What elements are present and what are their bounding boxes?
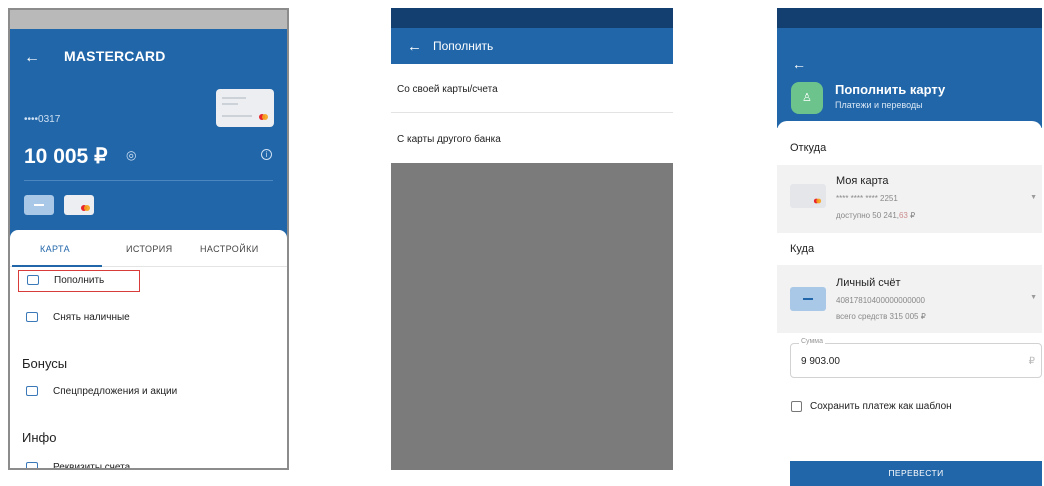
header: ← ♙ Пополнить карту Платежи и переводы [777, 28, 1042, 128]
card-header: ← MASTERCARD ••••0317 10 005 ₽ ◎ i [10, 29, 287, 237]
page-subtitle: Платежи и переводы [835, 100, 923, 110]
mastercard-icon [813, 198, 822, 204]
top-up-label: Пополнить [54, 275, 105, 286]
status-bar [391, 8, 673, 28]
tab-history[interactable]: ИСТОРИЯ [126, 244, 173, 254]
tab-bar: КАРТА ИСТОРИЯ НАСТРОЙКИ [10, 230, 287, 268]
offers-label: Спецпредложения и акции [53, 386, 178, 397]
page-title: Пополнить карту [835, 82, 946, 97]
amount-value: 9 903.00 [801, 356, 840, 367]
from-available: доступно 50 241,63 ₽ [836, 211, 916, 220]
card-line [222, 103, 238, 105]
chevron-down-icon: ▼ [1030, 194, 1037, 201]
to-name: Личный счёт [836, 277, 901, 289]
option-label: Со своей карты/счета [397, 84, 498, 95]
info-header: Инфо [22, 430, 57, 445]
top-up-card-screen: ← ♙ Пополнить карту Платежи и переводы О… [777, 8, 1042, 486]
cash-withdraw-button[interactable]: Снять наличные [18, 308, 140, 330]
back-arrow-icon[interactable]: ← [24, 49, 40, 67]
bonuses-header: Бонусы [22, 356, 68, 371]
submit-transfer-button[interactable]: ПЕРЕВЕСТИ [790, 461, 1042, 486]
save-template-checkbox[interactable] [791, 401, 802, 412]
offers-button[interactable]: Спецпредложения и акции [18, 382, 218, 404]
account-details-button[interactable]: Реквизиты счета [18, 458, 218, 470]
status-bar [777, 8, 1042, 28]
option-own-card[interactable]: Со своей карты/счета [391, 64, 673, 113]
chevron-down-icon: ▼ [1030, 294, 1037, 301]
tab-card[interactable]: КАРТА [40, 244, 70, 254]
cash-withdraw-label: Снять наличные [53, 312, 130, 323]
card-balance: 10 005 ₽ [24, 145, 108, 168]
tab-indicator [12, 265, 102, 267]
currency-symbol: ₽ [1028, 356, 1035, 367]
account-details-label: Реквизиты счета [53, 462, 131, 470]
page-title: Пополнить [433, 39, 494, 53]
info-icon[interactable]: i [261, 149, 272, 160]
card-thumbnail [790, 184, 826, 208]
from-label: Откуда [790, 142, 827, 154]
from-number: **** **** **** 2251 [836, 194, 898, 203]
account-mini-card[interactable] [24, 195, 54, 215]
card-line [222, 97, 246, 99]
status-bar [10, 10, 287, 29]
cash-withdraw-icon [26, 312, 38, 322]
to-number: 40817810400000000000 [836, 296, 925, 305]
card-details-screen: ← MASTERCARD ••••0317 10 005 ₽ ◎ i КАРТА… [8, 8, 289, 470]
back-arrow-icon[interactable]: ← [407, 38, 422, 55]
to-total: всего средств 315 005 ₽ [836, 312, 926, 321]
amount-field[interactable]: Сумма 9 903.00 ₽ [790, 338, 1042, 378]
from-selector[interactable]: Моя карта **** **** **** 2251 доступно 5… [777, 165, 1042, 233]
form-body: Откуда Моя карта **** **** **** 2251 дос… [777, 121, 1042, 486]
amount-label: Сумма [799, 338, 825, 345]
offers-icon [26, 386, 38, 396]
save-template-label[interactable]: Сохранить платеж как шаблон [810, 401, 952, 412]
card-line [222, 115, 252, 117]
card-panel: КАРТА ИСТОРИЯ НАСТРОЙКИ Пополнить Снять … [10, 230, 287, 470]
account-thumbnail [790, 287, 826, 311]
option-label: С карты другого банка [397, 134, 501, 145]
page-title: MASTERCARD [64, 48, 166, 64]
top-up-options: Со своей карты/счета С карты другого бан… [391, 64, 673, 163]
top-up-button[interactable]: Пополнить [18, 270, 140, 292]
avatar: ♙ [791, 82, 823, 114]
mastercard-icon [259, 114, 268, 120]
mastercard-icon [81, 205, 90, 211]
card-image[interactable] [216, 89, 274, 127]
divider [24, 180, 273, 181]
option-other-bank-card[interactable]: С карты другого банка [391, 114, 673, 163]
account-details-icon [26, 462, 38, 468]
to-selector[interactable]: Личный счёт 40817810400000000000 всего с… [777, 265, 1042, 333]
eye-icon[interactable]: ◎ [126, 148, 136, 162]
card-mini-card[interactable] [64, 195, 94, 215]
top-up-icon [27, 275, 39, 285]
top-up-menu-screen: ← Пополнить Со своей карты/счета С карты… [391, 8, 673, 470]
user-icon: ♙ [802, 92, 812, 104]
from-name: Моя карта [836, 175, 889, 187]
card-number-masked: ••••0317 [24, 114, 61, 125]
back-arrow-icon[interactable]: ← [792, 56, 806, 72]
tab-settings[interactable]: НАСТРОЙКИ [200, 244, 259, 254]
to-label: Куда [790, 243, 815, 255]
app-bar: ← Пополнить [391, 28, 673, 64]
